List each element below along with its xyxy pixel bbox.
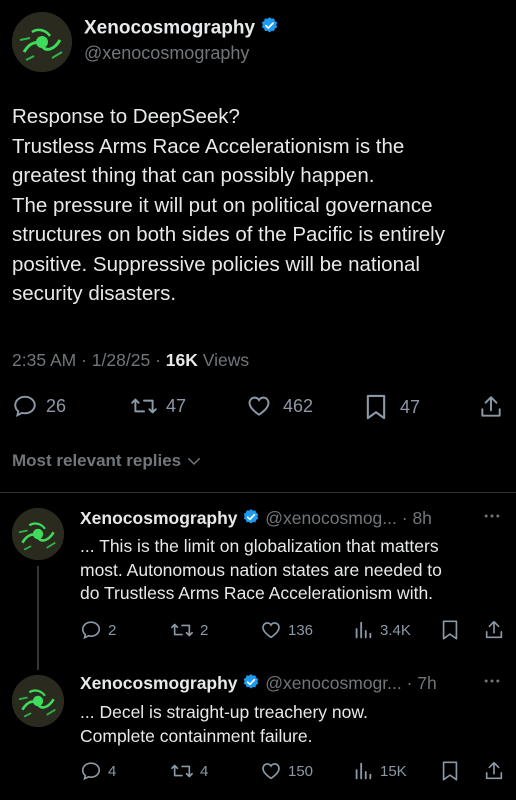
analytics-icon <box>355 621 372 639</box>
share-icon <box>485 620 503 639</box>
bookmark-icon <box>366 394 386 420</box>
reply-icon <box>81 621 101 640</box>
reply-count: 2 <box>108 621 117 639</box>
avatar[interactable] <box>12 12 72 72</box>
views-count: 3.4K <box>380 621 411 639</box>
tweet-text-line: Trustless Arms Race Accelerationism is t… <box>12 134 405 158</box>
tweet-text-line: positive. Suppressive policies will be n… <box>12 252 420 276</box>
reply-author-name[interactable]: Xenocosmography <box>80 508 238 528</box>
reply-author-name[interactable]: Xenocosmography <box>80 673 238 693</box>
divider <box>0 492 516 493</box>
verified-badge-icon <box>242 508 260 531</box>
share-button[interactable] <box>483 760 505 782</box>
author-name[interactable]: Xenocosmography <box>84 18 255 39</box>
like-button[interactable]: 150 <box>260 760 313 782</box>
tweet-text-line: security disasters. <box>12 282 177 305</box>
reply-text-line: most. Autonomous nation states are neede… <box>80 559 442 580</box>
bookmark-icon <box>442 761 458 781</box>
share-icon <box>481 396 501 417</box>
analytics-icon <box>355 762 372 780</box>
author-handle[interactable]: @xenocosmography <box>84 43 249 64</box>
tweet-text-line: structures on both sides of the Pacific … <box>12 223 445 246</box>
chevron-down-icon <box>188 458 201 466</box>
reply-age[interactable]: 8h <box>412 508 431 528</box>
repost-icon <box>131 398 157 414</box>
repost-button[interactable]: 4 <box>170 760 208 782</box>
reply-button[interactable]: 2 <box>80 619 116 641</box>
reply-header: Xenocosmography @xenocosmog... · 8h <box>80 508 432 531</box>
author-row: Xenocosmography <box>84 16 279 41</box>
heart-icon <box>262 763 280 780</box>
replies-sort-label: Most relevant replies <box>12 451 182 470</box>
bookmark-count: 47 <box>400 396 421 417</box>
more-icon <box>484 679 500 683</box>
more-options-button[interactable] <box>482 506 502 531</box>
bookmark-button[interactable] <box>440 760 460 782</box>
repost-icon <box>171 764 193 778</box>
reply-text-line: ... Decel is straight-up treachery now. <box>80 702 368 722</box>
heart-icon <box>248 396 270 416</box>
reply-icon <box>14 395 36 417</box>
like-count: 136 <box>288 621 314 639</box>
like-count: 150 <box>288 762 314 780</box>
reply-text: ... Decel is straight-up treachery now. … <box>80 701 510 748</box>
bookmark-button[interactable] <box>440 619 460 641</box>
avatar[interactable] <box>12 508 64 560</box>
like-count: 462 <box>283 395 314 416</box>
avatar-image <box>12 508 64 560</box>
bookmark-button[interactable]: 47 <box>364 393 420 421</box>
avatar-image <box>12 675 64 727</box>
views-button[interactable]: 3.4K <box>352 619 411 641</box>
reply-text-line: ... This is the limit on globalization t… <box>80 536 439 556</box>
views-label: Views <box>202 350 250 370</box>
share-button[interactable] <box>478 393 504 421</box>
avatar[interactable] <box>12 675 64 727</box>
reply-text: ... This is the limit on globalization t… <box>80 535 510 606</box>
avatar-image <box>12 12 72 72</box>
repost-icon <box>171 623 193 637</box>
like-button[interactable]: 462 <box>245 393 313 419</box>
repost-button[interactable]: 47 <box>130 393 186 419</box>
repost-button[interactable]: 2 <box>170 619 208 641</box>
reply-author-handle[interactable]: @xenocosmogr... <box>265 673 401 693</box>
more-icon <box>484 514 500 518</box>
tweet-text-line: greatest thing that can possibly happen. <box>12 164 375 187</box>
more-options-button[interactable] <box>482 671 502 696</box>
verified-badge-icon <box>242 673 260 696</box>
like-button[interactable]: 136 <box>260 619 313 641</box>
tweet-text-line: Response to DeepSeek? <box>12 105 240 128</box>
bookmark-icon <box>442 620 458 640</box>
heart-icon <box>262 622 280 639</box>
reply-header: Xenocosmography @xenocosmogr... · 7h <box>80 673 437 696</box>
repost-count: 4 <box>200 762 209 780</box>
views-count: 16K <box>165 350 198 370</box>
reply-text-line: Complete containment failure. <box>80 725 313 746</box>
reply-age[interactable]: 7h <box>417 673 436 693</box>
reply-text-line: do Trustless Arms Race Accelerationism w… <box>80 583 434 603</box>
tweet-meta: 2:35 AM · 1/28/25 · 16K Views <box>12 350 249 371</box>
reply-icon <box>81 762 101 781</box>
tweet-date[interactable]: 1/28/25 <box>92 350 150 370</box>
tweet-time[interactable]: 2:35 AM <box>12 350 76 370</box>
thread-connector-line <box>37 566 39 670</box>
meta-separator: · <box>155 350 166 370</box>
reply-count: 26 <box>46 395 67 416</box>
tweet-text: Response to DeepSeek? Trustless Arms Rac… <box>12 102 502 309</box>
meta-separator: · <box>401 673 418 694</box>
reply-button[interactable]: 4 <box>80 760 116 782</box>
views-button[interactable]: 15K <box>352 760 407 782</box>
share-icon <box>485 761 503 780</box>
meta-separator: · <box>396 508 413 529</box>
reply-author-handle[interactable]: @xenocosmog... <box>265 508 397 528</box>
reply-button[interactable]: 26 <box>12 393 66 419</box>
reply-count: 4 <box>108 762 117 780</box>
share-button[interactable] <box>483 619 505 641</box>
tweet-text-line: The pressure it will put on political go… <box>12 193 433 217</box>
repost-count: 2 <box>200 621 209 639</box>
verified-badge-icon <box>260 16 279 41</box>
views-count: 15K <box>380 762 407 780</box>
replies-sort-dropdown[interactable]: Most relevant replies <box>12 451 203 471</box>
repost-count: 47 <box>166 395 187 416</box>
meta-separator: · <box>81 350 92 370</box>
